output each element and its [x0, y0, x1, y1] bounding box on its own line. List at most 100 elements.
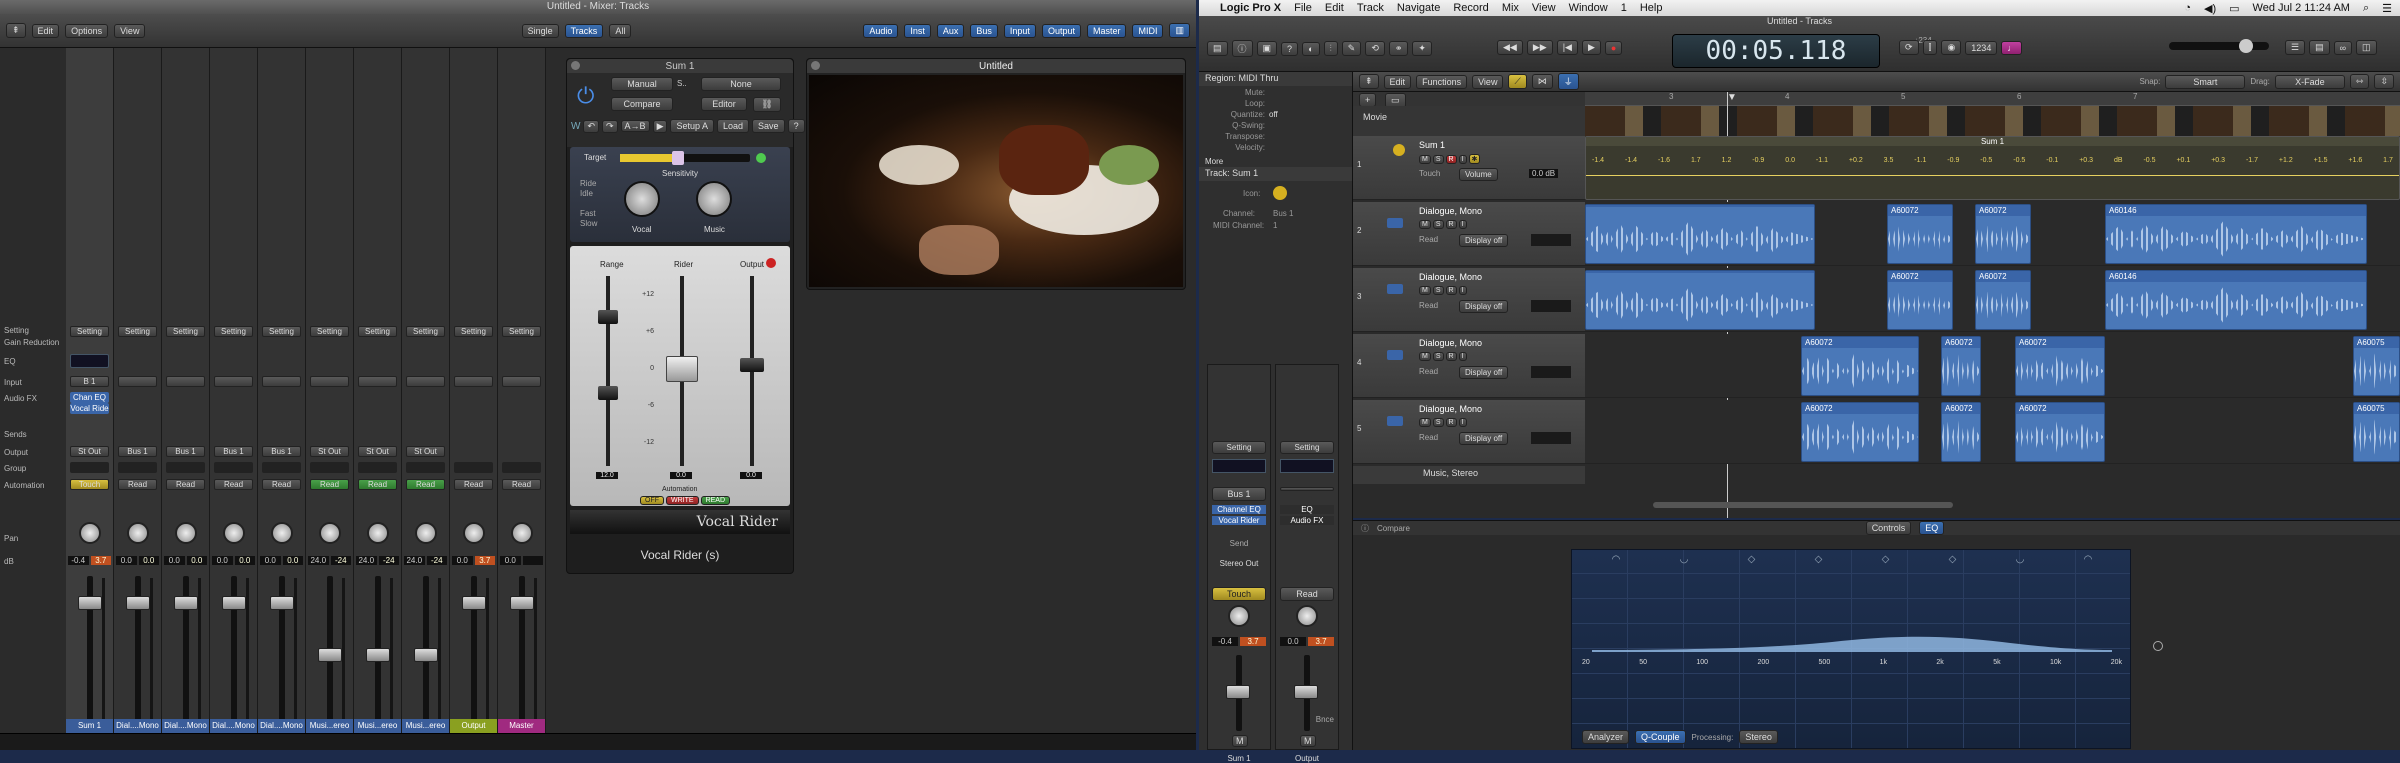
track-name[interactable]: Dialogue, Mono: [1419, 272, 1482, 282]
output-fader[interactable]: [740, 358, 764, 372]
volume-fader[interactable]: [270, 596, 294, 610]
tracks-menu-view[interactable]: View: [1472, 74, 1504, 89]
pan-knob[interactable]: [127, 522, 149, 544]
automation-mode[interactable]: Read: [118, 479, 157, 490]
menu-list-icon[interactable]: ☰: [2382, 2, 2392, 15]
channel-name[interactable]: Musi...ereo: [354, 719, 401, 733]
track-header[interactable]: 2 Dialogue, Mono M S R I Read Display off: [1353, 202, 1585, 266]
more-toggle[interactable]: More: [1199, 156, 1352, 167]
volume-fader[interactable]: [366, 648, 390, 662]
region-param[interactable]: Quantize: off: [1203, 110, 1348, 121]
eq-thumbnail[interactable]: [1212, 459, 1266, 473]
setting-button[interactable]: Setting: [406, 326, 445, 337]
menu-track[interactable]: Track: [1357, 2, 1384, 14]
eq-thumbnail[interactable]: [1280, 459, 1334, 473]
track-header[interactable]: Track: Sum 1: [1199, 167, 1352, 181]
volume-fader[interactable]: [1294, 685, 1318, 699]
automation-mode[interactable]: Read: [1280, 587, 1334, 601]
filter-inst-button[interactable]: Inst: [904, 23, 931, 38]
mixer-icon[interactable]: ⫶: [1323, 41, 1338, 56]
audio-region[interactable]: [1585, 270, 1815, 330]
drag-select[interactable]: X-Fade: [2274, 74, 2345, 89]
pan-knob[interactable]: [271, 522, 293, 544]
menu-mix[interactable]: Mix: [1502, 2, 1519, 14]
region-param[interactable]: Loop:: [1203, 99, 1348, 110]
automation-mode[interactable]: Read: [166, 479, 205, 490]
tracks-menu-edit[interactable]: Edit: [1383, 74, 1412, 89]
audio-region[interactable]: A60072: [1941, 336, 1981, 396]
menu-1[interactable]: 1: [1621, 2, 1627, 14]
zoom-h-icon[interactable]: ⇿: [2349, 74, 2370, 89]
output-slot[interactable]: Stereo Out: [1208, 559, 1270, 568]
setting-button[interactable]: Setting: [1212, 441, 1266, 454]
capture-icon[interactable]: ⟲: [1365, 41, 1385, 56]
automation-mode[interactable]: Read: [1419, 433, 1438, 442]
input-slot[interactable]: [1280, 487, 1334, 491]
record-button[interactable]: R: [1445, 220, 1457, 229]
audio-region[interactable]: A60072: [2015, 336, 2105, 396]
automation-mode[interactable]: Touch: [70, 479, 109, 490]
go-to-start-icon[interactable]: |◀: [1556, 40, 1578, 55]
setting-button[interactable]: Setting: [310, 326, 349, 337]
tab-controls[interactable]: Controls: [1865, 521, 1912, 535]
group-slot[interactable]: [214, 462, 253, 473]
bounce-button[interactable]: Bnce: [1316, 715, 1334, 724]
group-slot[interactable]: [502, 462, 541, 473]
pan-knob[interactable]: [415, 522, 437, 544]
track-name[interactable]: Dialogue, Mono: [1419, 338, 1482, 348]
mute-button[interactable]: M: [1419, 352, 1431, 361]
audio-region[interactable]: A60072: [1801, 336, 1919, 396]
audio-region[interactable]: A60072: [1887, 270, 1953, 330]
mute-button[interactable]: M: [1419, 154, 1431, 164]
add-track-button[interactable]: +: [1359, 93, 1377, 107]
play-icon[interactable]: ▶: [1581, 40, 1601, 55]
record-button[interactable]: R: [1445, 154, 1457, 164]
input-monitor-button[interactable]: I: [1458, 352, 1467, 361]
link-icon[interactable]: ⛓: [753, 97, 781, 112]
output-slot[interactable]: Bus 1: [118, 446, 157, 457]
pointer-tool-icon[interactable]: ⇞: [6, 23, 26, 38]
channel-name[interactable]: Output: [1276, 754, 1338, 763]
band-4-icon[interactable]: ◇: [1815, 554, 1823, 565]
lcd-time-display[interactable]: 00:05.118: [1672, 34, 1880, 68]
menu-file[interactable]: File: [1294, 2, 1312, 14]
processing-select[interactable]: Stereo: [1739, 730, 1778, 744]
track-icon[interactable]: [1273, 186, 1287, 200]
channel-name[interactable]: Dial....Mono: [162, 719, 209, 733]
mode-select[interactable]: Manual: [611, 77, 673, 91]
freeze-button[interactable]: ✱: [1468, 154, 1481, 164]
volume-fader[interactable]: [174, 596, 198, 610]
region-param[interactable]: Transpose:: [1203, 132, 1348, 143]
view-single-button[interactable]: Single: [521, 23, 559, 38]
solo-button[interactable]: S: [1432, 154, 1444, 164]
input-monitor-button[interactable]: I: [1458, 220, 1467, 229]
menu-edit[interactable]: Edit: [1325, 2, 1344, 14]
input-monitor-button[interactable]: I: [1458, 286, 1467, 295]
input-slot[interactable]: [214, 376, 253, 387]
group-slot[interactable]: [262, 462, 301, 473]
rewind-icon[interactable]: ◀◀: [1497, 40, 1523, 55]
setting-button[interactable]: Setting: [454, 326, 493, 337]
playhead-icon[interactable]: ▼: [1727, 92, 1737, 103]
audio-fx-slot[interactable]: EQ: [1280, 505, 1334, 514]
wifi-icon[interactable]: ◔: [2184, 2, 2191, 14]
setting-button[interactable]: Setting: [1280, 441, 1334, 454]
pan-knob[interactable]: [223, 522, 245, 544]
metronome-click-icon[interactable]: ♩: [2001, 40, 2023, 55]
group-slot[interactable]: [118, 462, 157, 473]
track-lane[interactable]: A60072 A60072 A60072 A60075: [1585, 334, 2400, 398]
eq-compare-button[interactable]: Compare: [1377, 524, 1410, 533]
automation-mode[interactable]: Touch: [1212, 587, 1266, 601]
channel-name[interactable]: Master: [498, 719, 545, 733]
smart-controls-icon[interactable]: ◐: [1302, 41, 1320, 56]
automation-parameter[interactable]: Display off: [1459, 366, 1509, 379]
compare-button[interactable]: Compare: [611, 97, 673, 111]
region-header[interactable]: Region: MIDI Thru: [1199, 72, 1352, 86]
volume-fader[interactable]: [126, 596, 150, 610]
input-slot[interactable]: [118, 376, 157, 387]
record-button[interactable]: R: [1445, 352, 1457, 361]
channel-name[interactable]: Dial....Mono: [114, 719, 161, 733]
mute-button[interactable]: M: [1232, 735, 1248, 747]
setting-button[interactable]: Setting: [502, 326, 541, 337]
setting-button[interactable]: Setting: [358, 326, 397, 337]
